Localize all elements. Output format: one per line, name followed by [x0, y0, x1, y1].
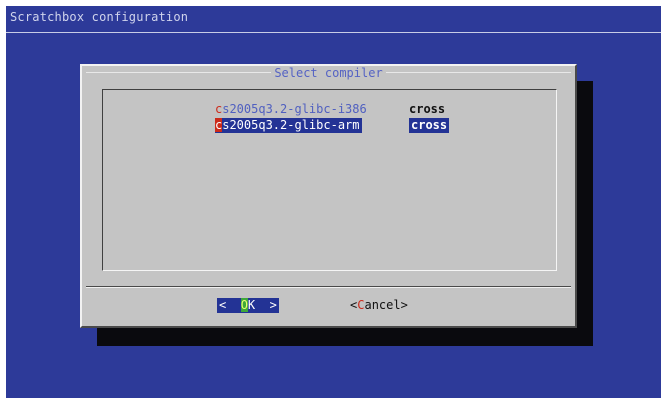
button-separator-highlight	[86, 287, 571, 288]
dialog-title: Select compiler	[82, 66, 575, 80]
menu-item-i386[interactable]: cs2005q3.2-glibc-i386 cross	[215, 102, 455, 117]
cancel-label-rest: ancel>	[364, 298, 408, 312]
menu-list: cs2005q3.2-glibc-i386 cross cs2005q3.2-g…	[102, 89, 557, 271]
compiler-dialog: Select compiler cs2005q3.2-glibc-i386 cr…	[80, 64, 577, 328]
terminal-screen: Scratchbox configuration Select compiler…	[6, 6, 661, 398]
backtitle: Scratchbox configuration	[10, 10, 189, 24]
menu-item-description: cross	[409, 118, 450, 133]
menu-item-tag: cs2005q3.2-glibc-i386	[215, 102, 367, 117]
backtitle-rule	[6, 32, 661, 33]
menu-item-tag: cs2005q3.2-glibc-arm	[215, 118, 362, 133]
dialog-title-text: Select compiler	[271, 66, 386, 80]
ok-hotkey: O	[240, 298, 248, 312]
ok-label-rest: K >	[247, 298, 277, 312]
ok-left-bracket: <	[219, 298, 241, 312]
menu-item-tag-text: s2005q3.2-glibc-arm	[222, 118, 360, 132]
menu-item-arm[interactable]: cs2005q3.2-glibc-arm cross	[215, 118, 455, 133]
cancel-button[interactable]: <Cancel>	[350, 298, 408, 313]
menu-item-description: cross	[409, 102, 446, 116]
menu-item-tag-text: s2005q3.2-glibc-i386	[222, 102, 367, 116]
ok-button[interactable]: < OK >	[217, 298, 279, 313]
